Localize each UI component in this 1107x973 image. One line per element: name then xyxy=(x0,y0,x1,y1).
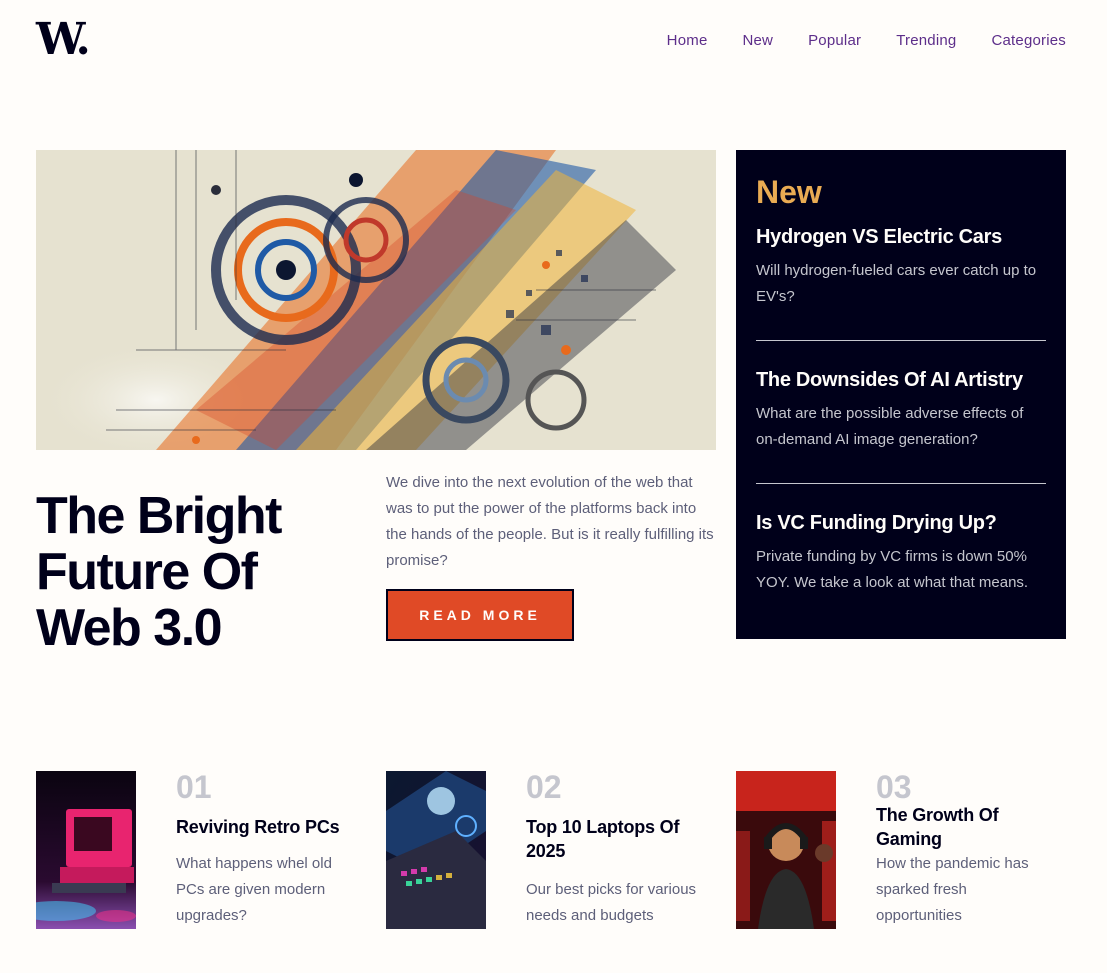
card-number: 01 xyxy=(176,769,212,805)
nav-categories[interactable]: Categories xyxy=(991,32,1066,49)
new-articles-panel: New Hydrogen VS Electric Cars Will hydro… xyxy=(736,150,1066,639)
new-article-title[interactable]: The Downsides Of AI Artistry xyxy=(756,367,1046,393)
main-nav: Home New Popular Trending Categories xyxy=(667,32,1066,49)
new-article-title[interactable]: Hydrogen VS Electric Cars xyxy=(756,224,1046,250)
site-header: W. Home New Popular Trending Categories xyxy=(36,18,1066,64)
site-logo[interactable]: W. xyxy=(36,18,91,62)
article-card[interactable]: 01 Reviving Retro PCs What happens whel … xyxy=(36,769,366,931)
new-article-item[interactable]: Is VC Funding Drying Up? Private funding… xyxy=(756,510,1046,626)
new-article-item[interactable]: Hydrogen VS Electric Cars Will hydrogen-… xyxy=(756,224,1046,341)
card-number: 03 xyxy=(876,769,912,805)
nav-home[interactable]: Home xyxy=(667,32,708,49)
new-article-title[interactable]: Is VC Funding Drying Up? xyxy=(756,510,1046,536)
card-title[interactable]: Top 10 Laptops Of 2025 xyxy=(526,815,716,863)
read-more-button[interactable]: READ MORE xyxy=(386,589,574,641)
hero-title: The Bright Future Of Web 3.0 xyxy=(36,487,282,657)
card-thumbnail-gaming[interactable] xyxy=(736,771,836,929)
article-card[interactable]: 02 Top 10 Laptops Of 2025 Our best picks… xyxy=(386,769,716,931)
card-text: How the pandemic has sparked fresh oppor… xyxy=(876,855,1029,924)
card-number: 02 xyxy=(526,769,562,805)
nav-popular[interactable]: Popular xyxy=(808,32,861,49)
card-text: Our best picks for various needs and bud… xyxy=(526,881,697,924)
nav-new[interactable]: New xyxy=(742,32,773,49)
card-title[interactable]: Reviving Retro PCs xyxy=(176,815,366,839)
new-heading: New xyxy=(756,174,822,210)
new-article-item[interactable]: The Downsides Of AI Artistry What are th… xyxy=(756,367,1046,484)
article-card[interactable]: 03 The Growth Of Gaming How the pandemic… xyxy=(736,769,1066,931)
card-thumbnail-retro-pc[interactable] xyxy=(36,771,136,929)
card-title[interactable]: The Growth Of Gaming xyxy=(876,803,1066,851)
hero-description: We dive into the next evolution of the w… xyxy=(386,474,714,569)
new-article-text: Private funding by VC firms is down 50% … xyxy=(756,548,1029,591)
nav-trending[interactable]: Trending xyxy=(896,32,956,49)
hero-image xyxy=(36,150,716,450)
card-thumbnail-laptop[interactable] xyxy=(386,771,486,929)
card-text: What happens whel old PCs are given mode… xyxy=(176,855,332,924)
new-article-text: Will hydrogen-fueled cars ever catch up … xyxy=(756,262,1037,305)
new-article-text: What are the possible adverse effects of… xyxy=(756,405,1024,448)
